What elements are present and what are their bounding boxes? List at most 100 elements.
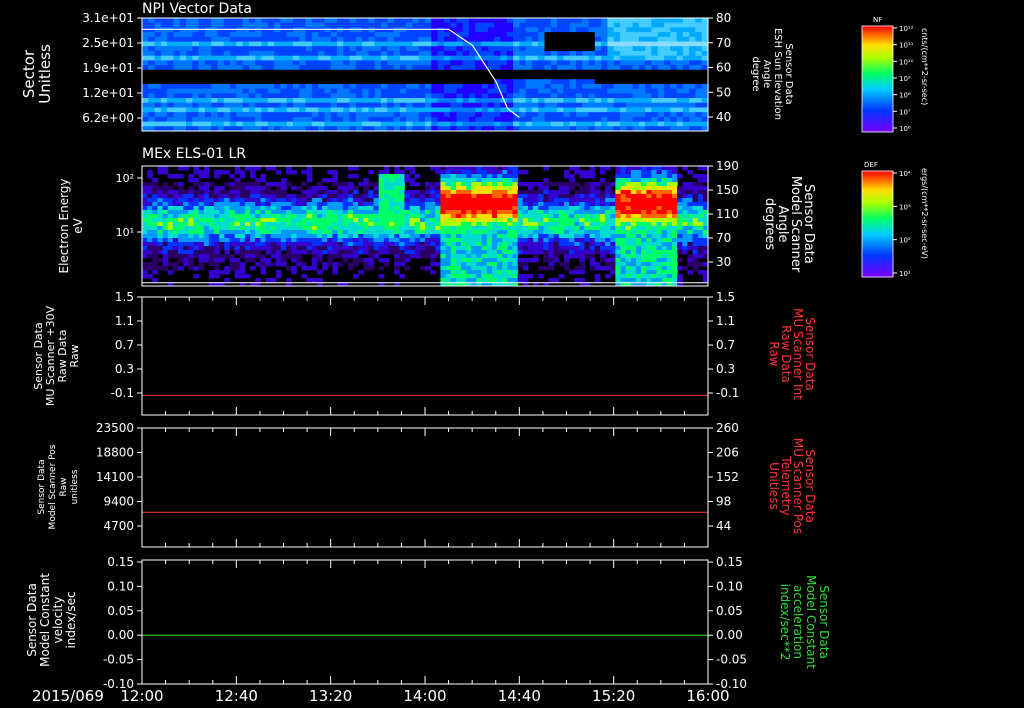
els-heat-cell xyxy=(687,190,694,195)
npi-heat-cell xyxy=(399,88,407,94)
npi-heat-cell xyxy=(148,69,156,75)
npi-heat-cell xyxy=(632,60,640,66)
els-heat-cell xyxy=(471,222,477,227)
els-heat-cell xyxy=(368,190,375,195)
els-heat-cell xyxy=(522,202,529,207)
npi-heat-cell xyxy=(456,79,464,85)
npi-heat-cell xyxy=(619,55,627,61)
npi-heat-cell xyxy=(236,102,244,108)
els-heat-cell xyxy=(543,258,549,263)
els-heat-cell xyxy=(497,226,503,231)
els-heat-cell xyxy=(476,222,483,227)
els-heat-cell xyxy=(162,246,169,251)
npi-heat-cell xyxy=(538,74,545,80)
npi-heat-cell xyxy=(557,83,564,90)
npi-heat-cell xyxy=(613,50,621,57)
npi-heat-cell xyxy=(670,27,678,33)
npi-heat-cell xyxy=(255,69,262,75)
npi-heat-cell xyxy=(462,74,470,80)
els-heat-cell xyxy=(666,230,673,235)
npi-heat-cell xyxy=(638,69,646,75)
els-heat-cell xyxy=(404,174,411,179)
els-heat-cell xyxy=(260,238,266,243)
els-heat-cell xyxy=(152,186,158,191)
els-heat-cell xyxy=(548,190,555,195)
npi-heat-cell xyxy=(160,22,168,28)
els-heat-cell xyxy=(615,170,622,175)
els-heat-cell xyxy=(183,198,189,203)
els-heat-cell xyxy=(558,206,565,211)
npi-heat-cell xyxy=(563,79,571,85)
npi-heat-cell xyxy=(607,41,615,47)
els-heat-cell xyxy=(507,174,513,179)
els-heat-cell xyxy=(445,230,452,235)
els-heat-cell xyxy=(224,254,230,259)
els-heat-cell xyxy=(342,246,349,251)
els-heat-cell xyxy=(337,186,344,191)
npi-heat-cell xyxy=(701,50,709,57)
npi-heat-cell xyxy=(217,98,225,104)
npi-heat-cell xyxy=(387,83,395,90)
npi-heat-cell xyxy=(450,22,457,28)
els-heat-cell xyxy=(414,198,421,203)
npi-heat-cell xyxy=(519,112,527,118)
npi-heat-cell xyxy=(349,36,357,43)
els-heat-cell xyxy=(147,254,153,259)
npi-heat-cell xyxy=(557,27,564,33)
npi-heat-cell xyxy=(368,65,376,71)
els-heat-cell xyxy=(646,258,652,263)
els-heat-cell xyxy=(342,182,349,187)
els-heat-cell xyxy=(584,242,591,247)
npi-heat-cell xyxy=(544,27,552,33)
els-heat-cell xyxy=(337,218,344,223)
els-heat-cell xyxy=(270,226,277,231)
els-heat-cell xyxy=(497,182,503,187)
els-heat-cell xyxy=(409,234,416,239)
els-heat-cell xyxy=(677,242,683,247)
npi-heat-cell xyxy=(192,79,200,85)
npi-heat-cell xyxy=(538,22,545,28)
npi-heat-cell xyxy=(588,98,596,104)
npi-heat-cell xyxy=(519,32,527,38)
els-heat-cell xyxy=(172,222,179,227)
npi-heat-cell xyxy=(211,32,218,38)
npi-heat-cell xyxy=(261,60,269,66)
els-heat-cell xyxy=(548,222,555,227)
npi-heat-cell xyxy=(695,93,703,99)
npi-heat-cell xyxy=(230,27,237,33)
npi-heat-cell xyxy=(676,32,684,38)
npi-heat-cell xyxy=(299,112,307,118)
els-heat-cell xyxy=(255,166,261,171)
els-heat-cell xyxy=(394,190,400,195)
els-heat-cell xyxy=(430,230,436,235)
npi-heat-cell xyxy=(469,65,476,71)
npi-heat-cell xyxy=(179,112,187,118)
els-heat-cell xyxy=(178,194,184,199)
els-heat-cell xyxy=(306,250,313,255)
npi-heat-cell xyxy=(211,79,218,85)
els-heat-cell xyxy=(414,202,421,207)
els-heat-cell xyxy=(414,218,421,223)
els-heat-cell xyxy=(152,182,158,187)
els-heat-cell xyxy=(455,270,462,275)
npi-heat-cell xyxy=(481,79,489,85)
npi-heat-cell xyxy=(531,22,539,28)
els-heat-cell xyxy=(646,246,652,251)
npi-heat-cell xyxy=(613,46,621,52)
els-heat-cell xyxy=(239,274,246,279)
npi-heat-cell xyxy=(645,27,652,33)
npi-heat-cell xyxy=(531,88,539,94)
els-heat-cell xyxy=(548,198,555,203)
els-heat-cell xyxy=(188,186,194,191)
els-heat-cell xyxy=(347,218,354,223)
els-heat-cell xyxy=(368,262,375,267)
npi-heat-cell xyxy=(318,22,325,28)
els-heat-cell xyxy=(363,202,369,207)
els-heat-cell xyxy=(486,278,493,283)
npi-heat-cell xyxy=(475,79,483,85)
npi-heat-cell xyxy=(519,27,527,33)
npi-heat-cell xyxy=(324,83,332,90)
npi-heat-cell xyxy=(330,46,338,52)
els-heat-cell xyxy=(255,246,261,251)
els-heat-cell xyxy=(234,242,241,247)
